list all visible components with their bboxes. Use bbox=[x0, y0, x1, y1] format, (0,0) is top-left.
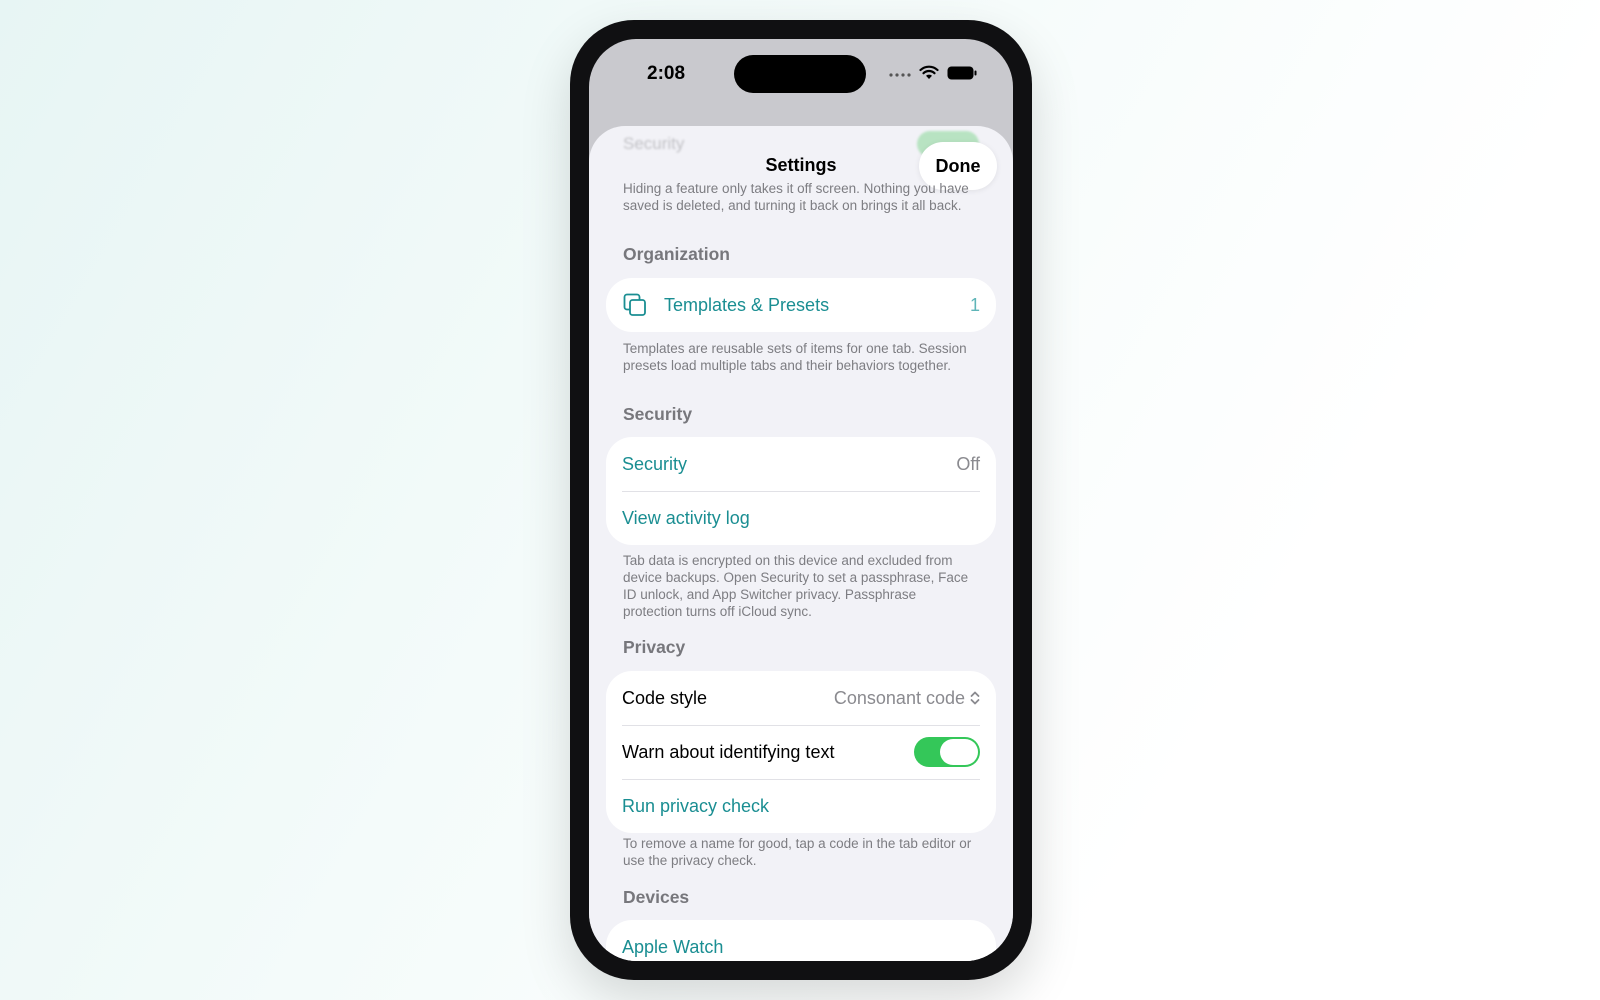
chevron-updown-icon bbox=[970, 691, 980, 705]
section-header-security: Security bbox=[623, 404, 693, 424]
templates-presets-row[interactable]: Templates & Presets 1 bbox=[606, 278, 996, 332]
view-activity-log-row[interactable]: View activity log bbox=[606, 491, 996, 545]
security-group: Security Off View activity log bbox=[606, 437, 996, 545]
section-header-devices: Devices bbox=[623, 887, 690, 907]
dynamic-island bbox=[734, 55, 866, 93]
apple-watch-label: Apple Watch bbox=[622, 936, 724, 957]
view-activity-log-label: View activity log bbox=[622, 507, 750, 528]
organization-footer: Templates are reusable sets of items for… bbox=[623, 340, 973, 374]
apple-watch-row[interactable]: Apple Watch bbox=[606, 920, 996, 961]
scrolled-row-label: Security bbox=[623, 134, 685, 153]
security-status-value: Off bbox=[956, 453, 980, 474]
code-style-row[interactable]: Code style Consonant code bbox=[606, 671, 996, 725]
section-header-privacy: Privacy bbox=[623, 637, 686, 657]
status-bar: 2:08 bbox=[589, 39, 1013, 109]
privacy-footer: To remove a name for good, tap a code in… bbox=[623, 835, 973, 869]
privacy-footer-text: To remove a name for good, tap a code in… bbox=[623, 836, 972, 868]
code-style-value: Consonant code bbox=[833, 687, 965, 708]
settings-sheet: Security Settings Done Hiding a feature … bbox=[589, 126, 1013, 961]
security-row[interactable]: Security Off bbox=[606, 437, 996, 491]
section-header-organization: Organization bbox=[623, 244, 730, 264]
privacy-group: Code style Consonant code Warn about ide… bbox=[606, 671, 996, 833]
status-icons bbox=[889, 65, 977, 80]
run-privacy-check-row[interactable]: Run privacy check bbox=[606, 779, 996, 833]
organization-footer-text: Templates are reusable sets of items for… bbox=[623, 341, 967, 373]
toggle-knob bbox=[940, 739, 978, 765]
warn-identifying-text-row: Warn about identifying text bbox=[606, 725, 996, 779]
phone-frame: 2:08 Security Settings Done Hiding a fea… bbox=[570, 20, 1032, 980]
devices-group: Apple Watch bbox=[606, 920, 996, 961]
organization-group: Templates & Presets 1 bbox=[606, 278, 996, 332]
intro-footer-text: Hiding a feature only takes it off scree… bbox=[623, 181, 969, 213]
templates-count: 1 bbox=[969, 294, 980, 315]
security-footer-text: Tab data is encrypted on this device and… bbox=[623, 553, 969, 619]
code-style-picker[interactable]: Consonant code bbox=[834, 688, 980, 709]
warn-identifying-text-toggle[interactable] bbox=[914, 737, 980, 767]
signal-icon bbox=[889, 72, 911, 77]
intro-footer: Hiding a feature only takes it off scree… bbox=[623, 180, 973, 214]
screen: 2:08 Security Settings Done Hiding a fea… bbox=[589, 39, 1013, 961]
status-time: 2:08 bbox=[647, 63, 686, 84]
wifi-icon bbox=[919, 65, 939, 79]
warn-identifying-text-label: Warn about identifying text bbox=[622, 741, 835, 762]
copy-icon bbox=[622, 292, 648, 318]
battery-icon bbox=[947, 66, 977, 79]
templates-presets-label: Templates & Presets bbox=[664, 294, 830, 315]
run-privacy-check-label: Run privacy check bbox=[622, 795, 770, 816]
code-style-label: Code style bbox=[622, 687, 708, 708]
security-row-label: Security bbox=[622, 453, 688, 474]
security-footer: Tab data is encrypted on this device and… bbox=[623, 552, 973, 620]
